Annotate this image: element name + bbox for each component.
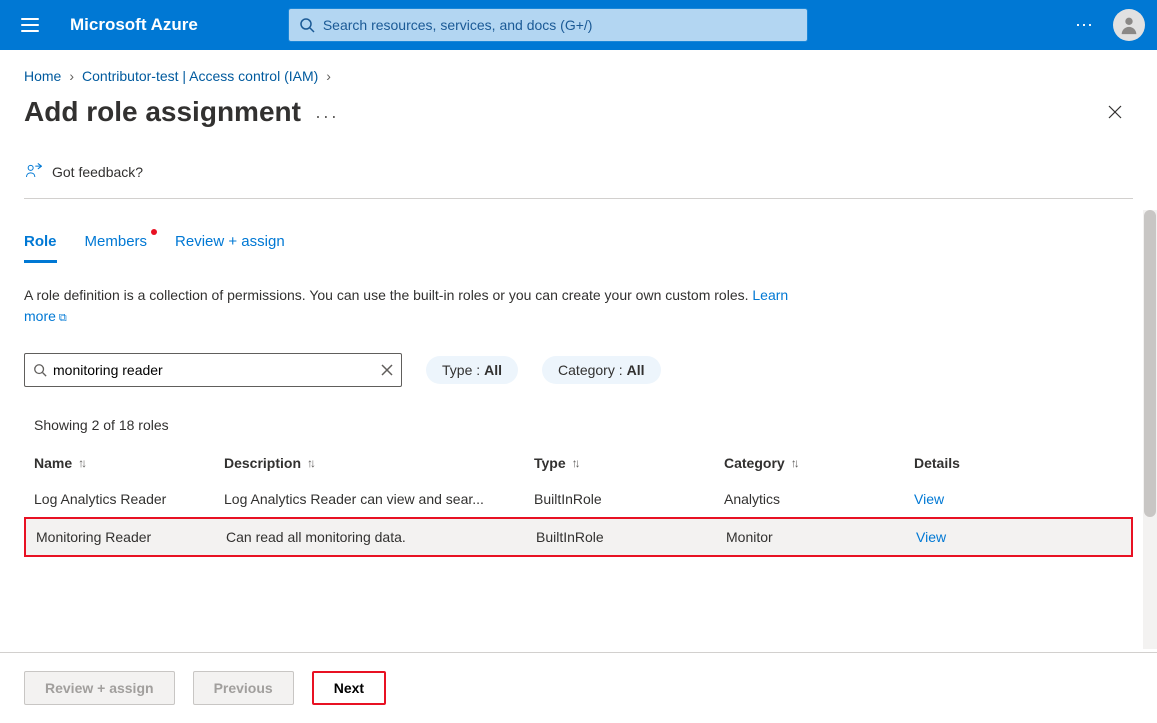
filter-category-label: Category : (558, 362, 623, 378)
hamburger-menu-icon[interactable] (12, 7, 48, 43)
filter-category-value: All (627, 362, 645, 378)
feedback-icon (24, 162, 44, 182)
roles-table: Name ↑↓ Description ↑↓ Type ↑↓ Category ↑↓ D… (24, 445, 1133, 557)
feedback-link[interactable]: Got feedback? (24, 148, 1133, 199)
content: Got feedback? Role Members Review + assi… (0, 148, 1157, 557)
avatar[interactable] (1113, 9, 1145, 41)
chevron-right-icon: › (326, 68, 331, 84)
page-title: Add role assignment (24, 96, 301, 128)
user-icon (1118, 14, 1140, 36)
intro-text: A role definition is a collection of per… (24, 285, 804, 327)
chevron-right-icon: › (69, 68, 74, 84)
cell-name: Monitoring Reader (36, 529, 226, 545)
filter-type-value: All (484, 362, 502, 378)
result-count: Showing 2 of 18 roles (24, 417, 1133, 433)
tab-review[interactable]: Review + assign (175, 227, 285, 263)
breadcrumb-path[interactable]: Contributor-test | Access control (IAM) (82, 68, 318, 84)
sort-icon: ↑↓ (572, 456, 578, 470)
sort-icon: ↑↓ (78, 456, 84, 470)
brand-label[interactable]: Microsoft Azure (70, 15, 198, 35)
col-description-label: Description (224, 455, 301, 471)
tab-role[interactable]: Role (24, 227, 57, 263)
filter-type-pill[interactable]: Type : All (426, 356, 518, 384)
col-type-label: Type (534, 455, 566, 471)
more-menu-icon[interactable]: ⋯ (1067, 7, 1103, 43)
table-row[interactable]: Log Analytics Reader Log Analytics Reade… (24, 481, 1133, 517)
col-category[interactable]: Category ↑↓ (724, 455, 914, 471)
filter-category-pill[interactable]: Category : All (542, 356, 660, 384)
table-header: Name ↑↓ Description ↑↓ Type ↑↓ Category ↑↓ D… (24, 445, 1133, 481)
filter-row: Type : All Category : All (24, 353, 1133, 387)
col-details-label: Details (914, 455, 960, 471)
title-row: Add role assignment ··· (0, 94, 1157, 148)
tab-members[interactable]: Members (85, 227, 148, 263)
search-icon (299, 17, 315, 33)
review-assign-button[interactable]: Review + assign (24, 671, 175, 705)
tab-members-label: Members (85, 233, 148, 250)
intro-body: A role definition is a collection of per… (24, 287, 752, 303)
cell-description: Can read all monitoring data. (226, 529, 536, 545)
role-search-input[interactable] (53, 362, 381, 378)
breadcrumb: Home › Contributor-test | Access control… (0, 50, 1157, 94)
col-type[interactable]: Type ↑↓ (534, 455, 724, 471)
feedback-label: Got feedback? (52, 164, 143, 180)
role-search[interactable] (24, 353, 402, 387)
cell-category: Monitor (726, 529, 916, 545)
col-category-label: Category (724, 455, 785, 471)
footer-buttons: Review + assign Previous Next (0, 652, 1157, 723)
breadcrumb-home[interactable]: Home (24, 68, 61, 84)
global-search-input[interactable] (323, 17, 797, 33)
cell-category: Analytics (724, 491, 914, 507)
view-link[interactable]: View (916, 529, 1086, 545)
sort-icon: ↑↓ (307, 456, 313, 470)
col-details: Details (914, 455, 1084, 471)
col-name-label: Name (34, 455, 72, 471)
close-icon (1107, 104, 1123, 120)
col-name[interactable]: Name ↑↓ (34, 455, 224, 471)
external-link-icon: ⧉ (59, 312, 67, 324)
alert-dot-icon (151, 229, 157, 235)
scrollbar-thumb[interactable] (1144, 210, 1156, 517)
next-button[interactable]: Next (312, 671, 386, 705)
scrollbar[interactable] (1143, 210, 1157, 649)
cell-name: Log Analytics Reader (34, 491, 224, 507)
cell-type: BuiltInRole (536, 529, 726, 545)
filter-type-label: Type : (442, 362, 480, 378)
col-description[interactable]: Description ↑↓ (224, 455, 534, 471)
search-icon (33, 363, 47, 377)
table-row[interactable]: Monitoring Reader Can read all monitorin… (24, 517, 1133, 557)
global-search[interactable] (288, 8, 808, 42)
tabs: Role Members Review + assign (24, 227, 1133, 263)
previous-button[interactable]: Previous (193, 671, 294, 705)
top-header: Microsoft Azure ⋯ (0, 0, 1157, 50)
cell-description: Log Analytics Reader can view and sear..… (224, 491, 534, 507)
cell-type: BuiltInRole (534, 491, 724, 507)
clear-icon[interactable] (381, 364, 393, 376)
title-more-icon[interactable]: ··· (315, 107, 339, 125)
close-button[interactable] (1097, 94, 1133, 130)
view-link[interactable]: View (914, 491, 1084, 507)
sort-icon: ↑↓ (791, 456, 797, 470)
